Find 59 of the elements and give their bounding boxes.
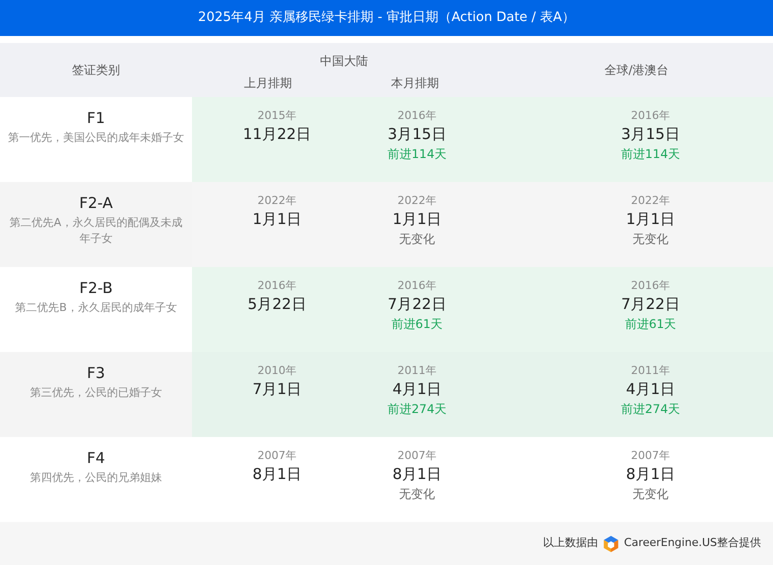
category-description: 第三优先，公民的已婚子女 [30, 385, 162, 401]
date-text: 4月1日 [392, 379, 442, 399]
date-text: 3月15日 [621, 124, 680, 144]
category-code: F3 [86, 363, 106, 383]
date-text: 8月1日 [626, 464, 676, 484]
year-text: 2007年 [258, 448, 296, 464]
year-text: 2022年 [258, 193, 296, 209]
column-header: 全球/港澳台 [604, 62, 669, 79]
date-text: 7月22日 [621, 294, 680, 314]
date-text: 8月1日 [392, 464, 442, 484]
change-text: 前进114天 [388, 146, 446, 163]
change-text: 无变化 [399, 486, 435, 503]
change-text: 无变化 [632, 231, 668, 248]
category-description: 第二优先A，永久居民的配偶及未成年子女 [8, 215, 184, 247]
column-header: 中国大陆 [320, 53, 368, 70]
year-text: 2022年 [631, 193, 670, 209]
column-header: 上月排期 [244, 75, 292, 92]
change-text: 前进61天 [624, 316, 676, 333]
date-text: 1月1日 [392, 209, 442, 229]
change-text: 无变化 [632, 486, 668, 503]
footer-text: CareerEngine.US整合提供 [624, 535, 761, 552]
category-code: F1 [86, 108, 106, 128]
date-text: 11月22日 [242, 124, 312, 144]
category-description: 第四优先，公民的兄弟姐妹 [30, 470, 162, 486]
category-description: 第二优先B，永久居民的成年子女 [15, 300, 177, 316]
year-text: 2011年 [631, 363, 670, 379]
column-header: 本月排期 [391, 75, 439, 92]
year-text: 2016年 [258, 278, 296, 294]
category-code: F2-A [79, 193, 113, 213]
change-text: 前进274天 [621, 401, 680, 418]
change-text: 前进114天 [621, 146, 680, 163]
year-text: 2016年 [398, 278, 436, 294]
date-text: 7月1日 [252, 379, 302, 399]
year-text: 2007年 [398, 448, 436, 464]
date-text: 3月15日 [388, 124, 446, 144]
change-text: 前进61天 [391, 316, 443, 333]
date-text: 7月22日 [388, 294, 446, 314]
year-text: 2022年 [398, 193, 436, 209]
date-text: 4月1日 [626, 379, 676, 399]
column-header: 签证类别 [72, 62, 120, 79]
date-text: 8月1日 [252, 464, 302, 484]
year-text: 2010年 [258, 363, 296, 379]
change-text: 无变化 [399, 231, 435, 248]
change-text: 前进274天 [388, 401, 446, 418]
year-text: 2007年 [631, 448, 670, 464]
date-text: 1月1日 [252, 209, 302, 229]
category-code: F2-B [79, 278, 113, 298]
year-text: 2016年 [631, 278, 670, 294]
category-description: 第一优先，美国公民的成年未婚子女 [8, 130, 184, 146]
category-code: F4 [86, 448, 106, 468]
year-text: 2016年 [631, 108, 670, 124]
footer-text: 以上数据由 [543, 535, 598, 552]
year-text: 2011年 [398, 363, 436, 379]
cube-logo-icon [602, 534, 620, 552]
year-text: 2015年 [258, 108, 296, 124]
year-text: 2016年 [398, 108, 436, 124]
date-text: 5月22日 [248, 294, 306, 314]
page-title: 2025年4月 亲属移民绿卡排期 - 审批日期（Action Date / 表A） [198, 9, 575, 28]
date-text: 1月1日 [626, 209, 676, 229]
